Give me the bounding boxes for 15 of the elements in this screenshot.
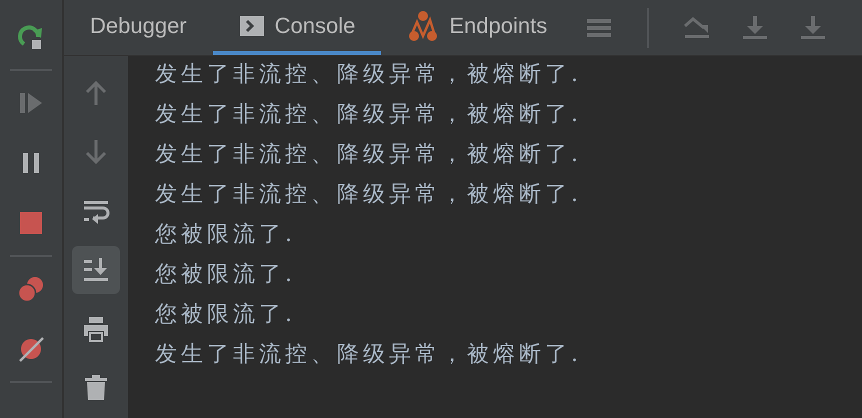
console-line: 发生了非流控、降级异常，被熔断了. bbox=[155, 341, 583, 369]
tab[interactable]: Endpoints bbox=[381, 0, 574, 55]
breakpoints-icon bbox=[16, 274, 46, 304]
printer-icon bbox=[81, 314, 111, 344]
tab[interactable]: Debugger bbox=[64, 0, 213, 55]
console-line: 发生了非流控、降级异常，被熔断了. bbox=[155, 101, 583, 129]
scroll-to-end-button[interactable] bbox=[72, 246, 120, 294]
console-line: 您被限流了. bbox=[155, 221, 297, 249]
console-line: 发生了非流控、降级异常，被熔断了. bbox=[155, 181, 583, 209]
console-line: 发生了非流控、降级异常，被熔断了. bbox=[155, 61, 583, 89]
console-icon bbox=[238, 14, 265, 38]
endpoints-icon bbox=[407, 10, 440, 42]
console-line: 发生了非流控、降级异常，被熔断了. bbox=[155, 141, 583, 169]
console-line: 您被限流了. bbox=[155, 261, 297, 289]
console-line: 您被限流了. bbox=[155, 301, 297, 329]
